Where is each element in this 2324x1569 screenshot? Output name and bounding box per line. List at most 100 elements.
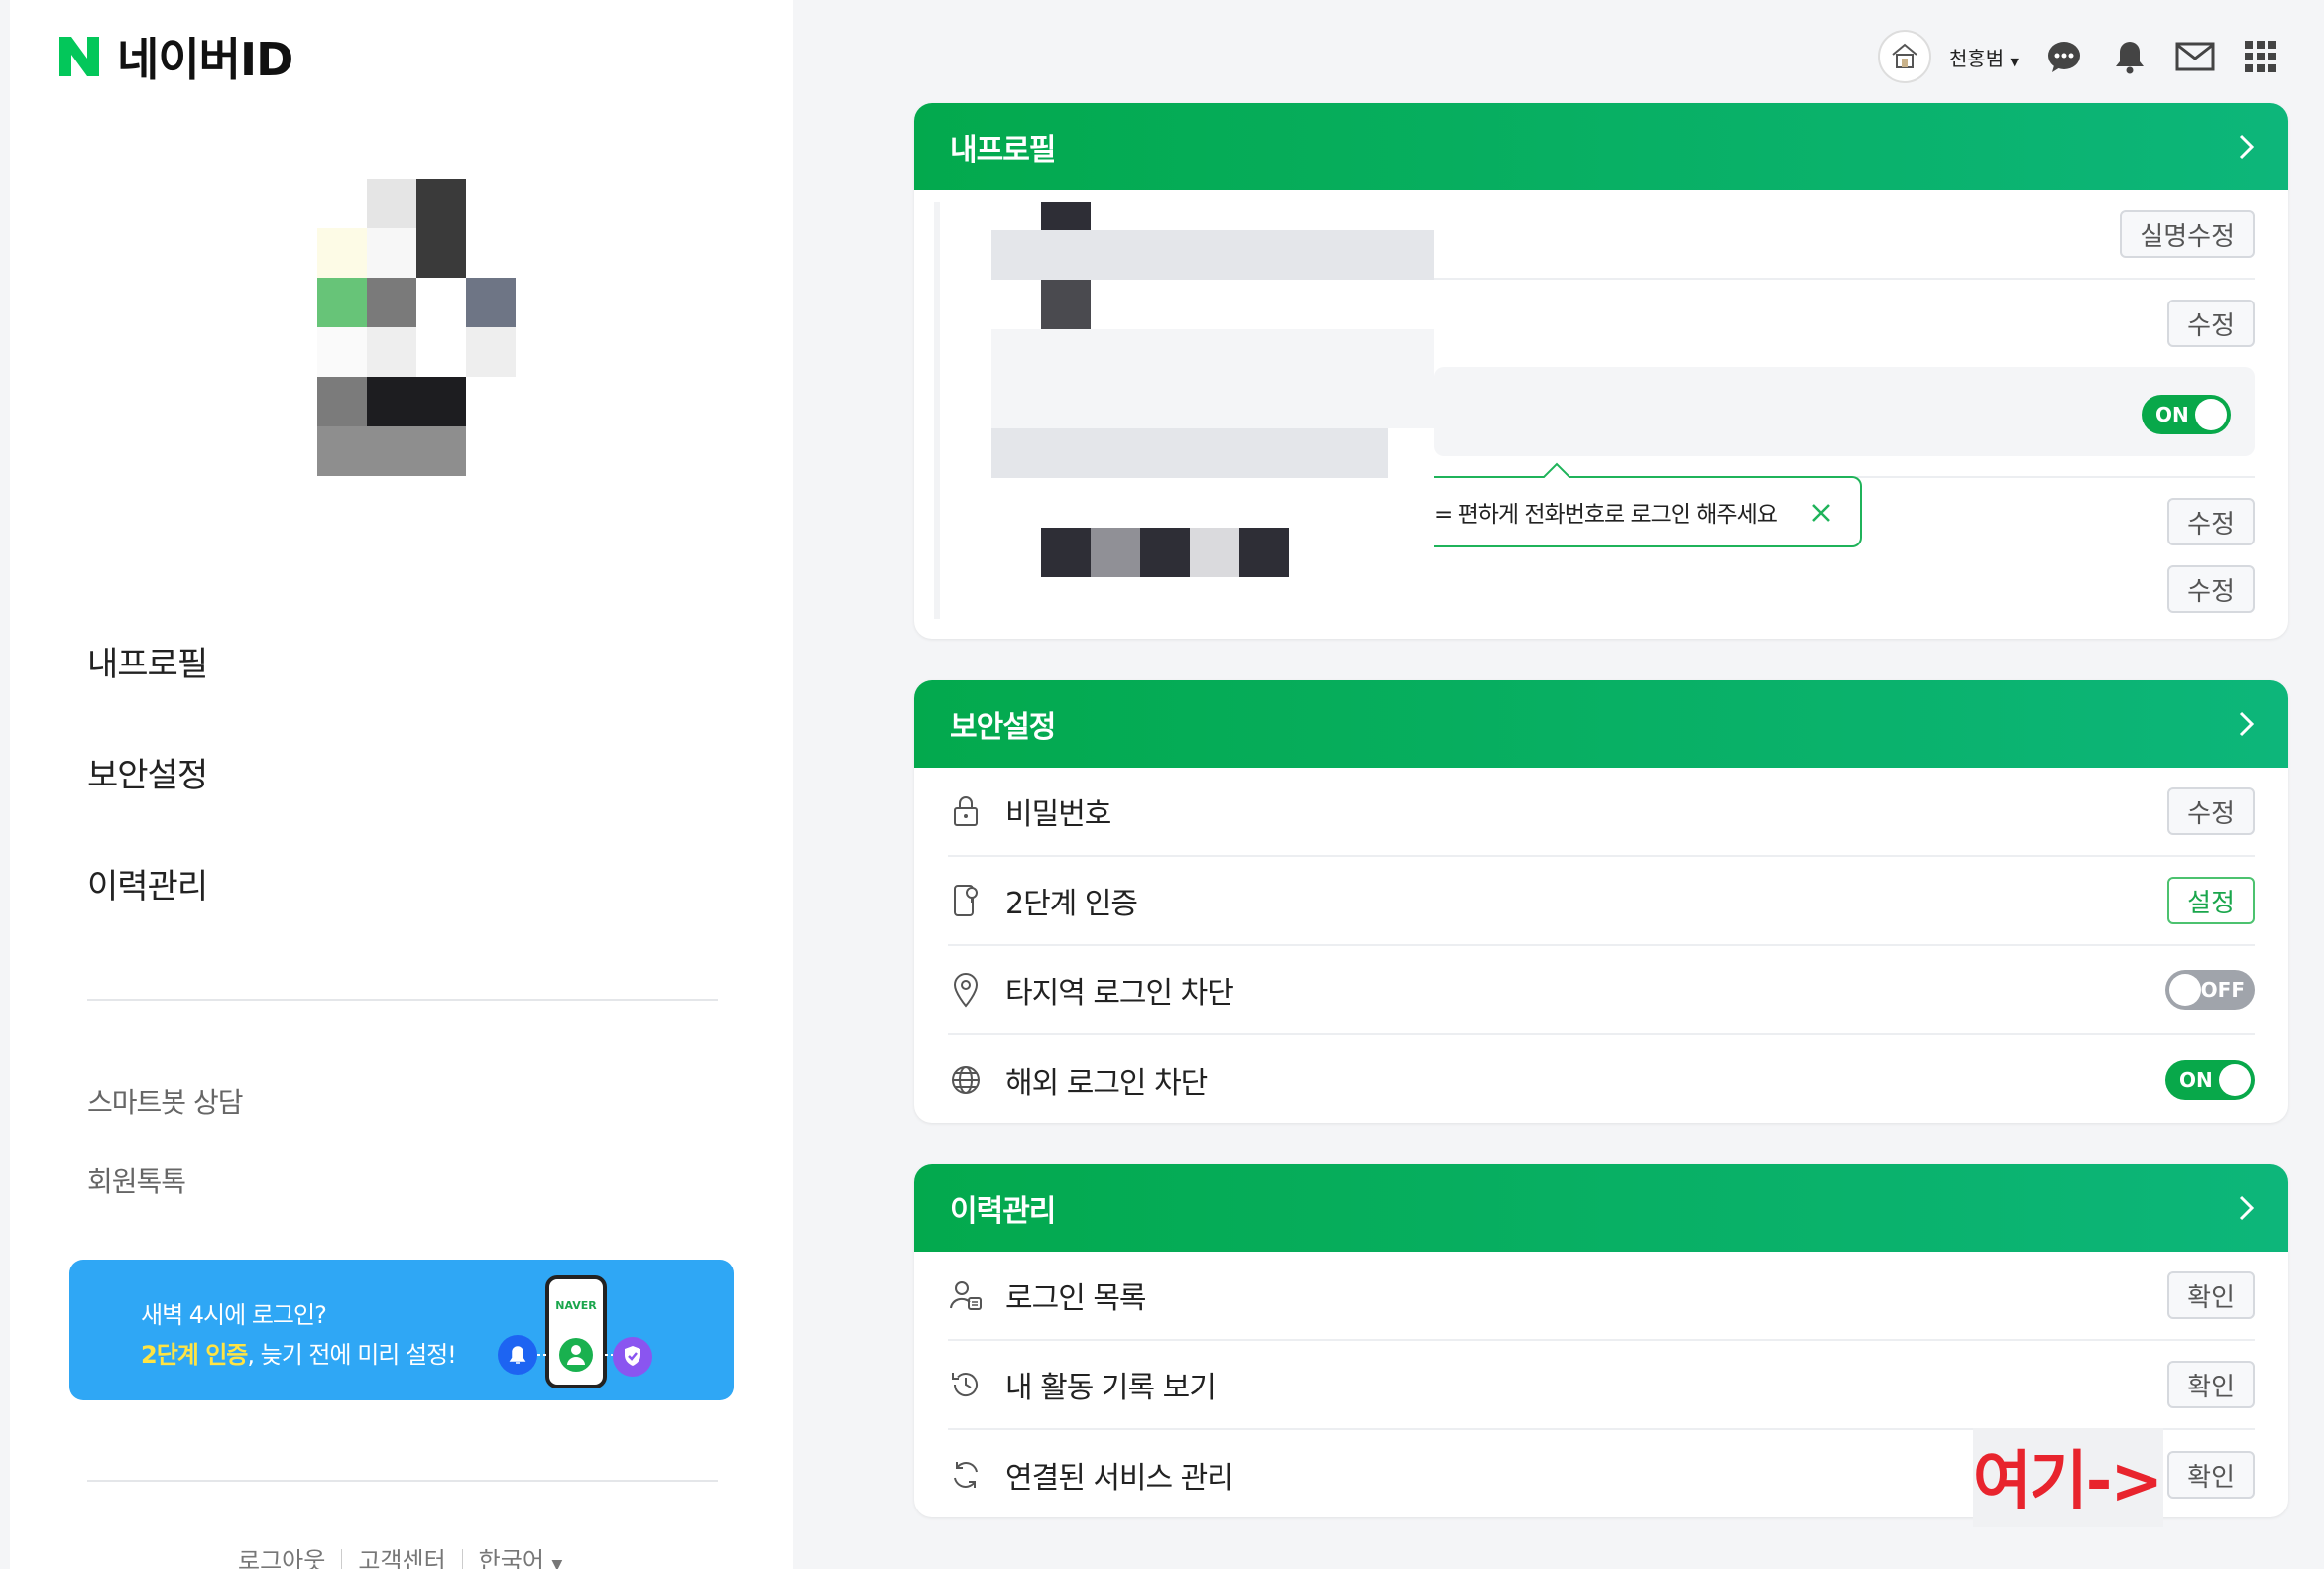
- edit-button[interactable]: 수정: [2167, 300, 2255, 347]
- banner-line2: 2단계 인증, 늦기 전에 미리 설정!: [141, 1335, 457, 1370]
- naver-id-logo[interactable]: 네이버ID: [56, 24, 293, 89]
- profile-card: 내프로필 실명수정 수정 ON 수정 수정 = 편하게 전화번호로 로그인 해주…: [914, 103, 2288, 639]
- toggle-knob: [2195, 399, 2227, 430]
- region-block-label: 타지역 로그인 차단: [1005, 976, 1234, 1011]
- toggle-label: ON: [2155, 403, 2189, 426]
- security-card-header[interactable]: 보안설정: [914, 680, 2288, 768]
- logo-title: 네이버ID: [117, 33, 293, 86]
- redacted-block: [1190, 528, 1239, 577]
- mail-icon[interactable]: [2175, 37, 2215, 76]
- annotation-arrow-text: 여기->: [1973, 1445, 2163, 1518]
- caret-down-icon: ▼: [2010, 55, 2019, 68]
- phone-login-toggle[interactable]: ON: [2142, 395, 2231, 434]
- redacted-block: [1091, 528, 1140, 577]
- edit-real-name-button[interactable]: 실명수정: [2120, 210, 2255, 258]
- logout-link[interactable]: 로그아웃: [238, 1541, 325, 1569]
- two-factor-label: 2단계 인증: [1005, 887, 1138, 921]
- security-card: 보안설정 비밀번호 수정 2단계 인증 설정 타지역 로그인 차단 OFF 해외…: [914, 680, 2288, 1123]
- view-activity-button[interactable]: 확인: [2167, 1361, 2255, 1408]
- login-list-label: 로그인 목록: [1005, 1281, 1147, 1316]
- password-row: 비밀번호 수정: [948, 768, 2255, 857]
- toggle-knob: [2219, 1064, 2251, 1096]
- language-select[interactable]: 한국어 ▼: [479, 1541, 563, 1569]
- house-icon: [1892, 43, 1917, 68]
- left-panel: 네이버ID 내프로필 보안설정 이력관리 스마트봇 상담 회원톡톡 새벽 4시에…: [10, 0, 793, 1569]
- tooltip-arrow: [1543, 462, 1570, 478]
- redacted-block: [991, 230, 1434, 280]
- redacted-block: [1041, 528, 1091, 577]
- login-list-row: 로그인 목록 확인: [948, 1252, 2255, 1341]
- redacted-block: [991, 329, 1434, 428]
- banner-highlight: 2단계 인증: [141, 1341, 248, 1369]
- two-factor-promo-banner[interactable]: 새벽 4시에 로그인? 2단계 인증, 늦기 전에 미리 설정! NAVER: [69, 1260, 734, 1400]
- phone-login-tooltip: = 편하게 전화번호로 로그인 해주세요: [1434, 476, 1862, 547]
- refresh-icon: [948, 1457, 984, 1493]
- globe-icon: [948, 1062, 984, 1098]
- toggle-label: ON: [2179, 1068, 2213, 1092]
- top-header: 천홍범 ▼: [1877, 30, 2280, 83]
- lock-icon: [948, 793, 984, 829]
- talk-icon[interactable]: [2044, 37, 2084, 76]
- edit-button[interactable]: 수정: [2167, 565, 2255, 613]
- nav-item-profile[interactable]: 내프로필: [87, 635, 208, 746]
- view-login-list-button[interactable]: 확인: [2167, 1271, 2255, 1319]
- left-nav: 내프로필 보안설정 이력관리: [87, 635, 208, 968]
- close-icon[interactable]: [1810, 502, 1832, 524]
- redacted-block: [1140, 528, 1190, 577]
- history-clock-icon: [948, 1367, 984, 1402]
- chevron-right-icon: [2239, 1195, 2255, 1221]
- history-card-header[interactable]: 이력관리: [914, 1164, 2288, 1252]
- redacted-block: [1041, 202, 1091, 232]
- banner-line2-rest: , 늦기 전에 미리 설정!: [247, 1341, 456, 1369]
- region-block-toggle[interactable]: OFF: [2165, 970, 2255, 1010]
- phone-login-row: [1434, 367, 2255, 456]
- language-label: 한국어: [478, 1547, 544, 1569]
- history-card-title: 이력관리: [950, 1194, 1056, 1229]
- tooltip-text: = 편하게 전화번호로 로그인 해주세요: [1434, 502, 1778, 528]
- footer-separator: [341, 1548, 343, 1569]
- manage-connected-services-button[interactable]: 확인: [2167, 1451, 2255, 1499]
- password-label: 비밀번호: [1005, 797, 1111, 832]
- edit-button[interactable]: 수정: [2167, 498, 2255, 545]
- overseas-block-label: 해외 로그인 차단: [1005, 1066, 1208, 1101]
- user-avatar[interactable]: [1877, 30, 1931, 83]
- caret-down-icon: ▼: [551, 1557, 563, 1569]
- toggle-label: OFF: [2200, 978, 2245, 1002]
- left-footer: 로그아웃 고객센터 한국어 ▼: [238, 1541, 562, 1569]
- bell-icon[interactable]: [2110, 37, 2150, 76]
- user-name-menu[interactable]: 천홍범 ▼: [1949, 43, 2019, 71]
- nav-item-security[interactable]: 보안설정: [87, 746, 208, 857]
- redacted-block: [991, 428, 1388, 478]
- toggle-knob: [2169, 974, 2201, 1006]
- location-pin-icon: [948, 972, 984, 1008]
- row-divider: [1434, 278, 2255, 280]
- redacted-block: [934, 202, 940, 619]
- help-center-link[interactable]: 고객센터: [358, 1541, 445, 1569]
- security-card-title: 보안설정: [950, 710, 1056, 745]
- overseas-block-row: 해외 로그인 차단 ON: [948, 1035, 2255, 1123]
- user-list-icon: [948, 1277, 984, 1313]
- activity-history-row: 내 활동 기록 보기 확인: [948, 1341, 2255, 1430]
- setup-two-factor-button[interactable]: 설정: [2167, 877, 2255, 924]
- activity-history-label: 내 활동 기록 보기: [1005, 1371, 1217, 1405]
- edit-password-button[interactable]: 수정: [2167, 787, 2255, 835]
- profile-card-header[interactable]: 내프로필: [914, 103, 2288, 190]
- phone-security-illustration-icon: NAVER: [498, 1275, 652, 1388]
- naver-n-logo-icon: [56, 35, 103, 78]
- two-factor-row: 2단계 인증 설정: [948, 857, 2255, 946]
- phone-key-icon: [948, 883, 984, 918]
- member-talk-link[interactable]: 회원톡톡: [87, 1160, 186, 1200]
- chevron-right-icon: [2239, 134, 2255, 160]
- footer-divider: [87, 1480, 718, 1482]
- banner-line1: 새벽 4시에 로그인?: [141, 1301, 327, 1329]
- profile-card-title: 내프로필: [950, 133, 1056, 168]
- profile-avatar-pixelated: [297, 179, 555, 481]
- chevron-right-icon: [2239, 711, 2255, 737]
- redacted-block: [1041, 280, 1091, 329]
- user-name: 천홍범: [1948, 46, 2005, 70]
- smartbot-link[interactable]: 스마트봇 상담: [87, 1081, 243, 1121]
- apps-grid-icon[interactable]: [2241, 37, 2280, 76]
- nav-divider: [87, 999, 718, 1001]
- nav-item-history[interactable]: 이력관리: [87, 857, 208, 968]
- overseas-block-toggle[interactable]: ON: [2165, 1060, 2255, 1100]
